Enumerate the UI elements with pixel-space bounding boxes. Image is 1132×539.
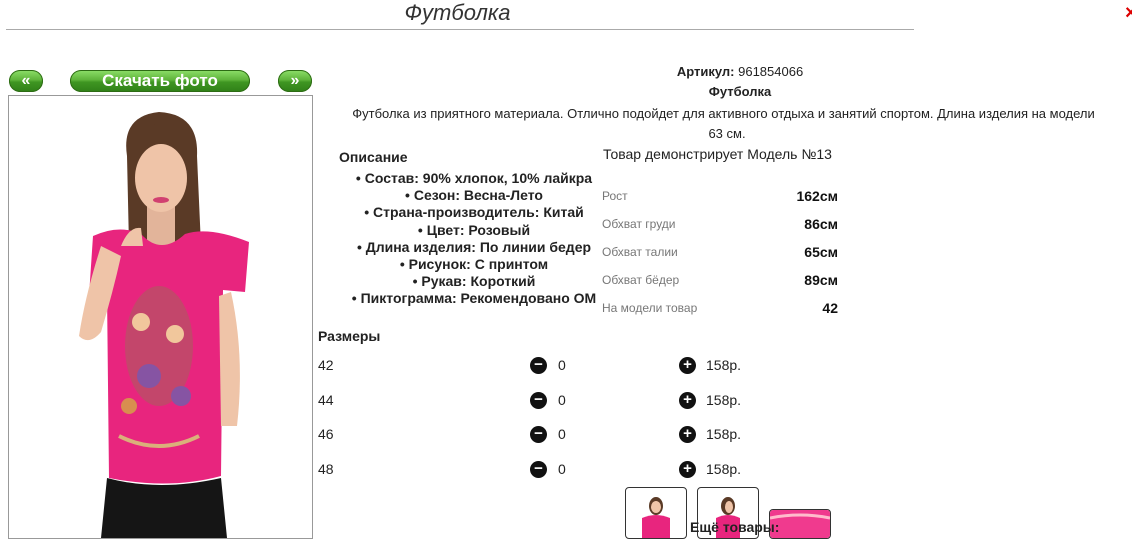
property-item: Цвет: Розовый xyxy=(316,222,632,239)
title-divider xyxy=(6,29,914,30)
property-item: Рукав: Короткий xyxy=(316,273,632,290)
product-name: Футболка xyxy=(708,84,772,99)
article-value: 961854066 xyxy=(738,64,804,79)
model-row-label: Обхват груди xyxy=(602,217,676,231)
model-row: Рост 162см xyxy=(602,188,838,209)
quantity-value: 0 xyxy=(558,392,566,408)
page-title: Футболка xyxy=(404,0,511,25)
quantity-value: 0 xyxy=(558,426,566,442)
property-item: Страна-производитель: Китай xyxy=(316,204,632,221)
size-row: 44 − 0 + 158р. xyxy=(318,392,818,412)
size-row: 42 − 0 + 158р. xyxy=(318,357,818,377)
model-row-value: 65см xyxy=(804,244,838,260)
prev-photo-button[interactable]: « xyxy=(9,70,43,92)
model-row-label: Обхват бёдер xyxy=(602,273,680,287)
price-value: 158р. xyxy=(706,426,742,442)
property-item: Рисунок: С принтом xyxy=(316,256,632,273)
thumbnail-image xyxy=(642,497,670,538)
property-item: Сезон: Весна-Лето xyxy=(316,187,632,204)
model-row-value: 86см xyxy=(804,216,838,232)
plus-icon[interactable]: + xyxy=(679,357,696,374)
model-heading: Товар демонстрирует Модель №13 xyxy=(603,146,832,162)
quantity-value: 0 xyxy=(558,461,566,477)
product-description-line2: 63 см. xyxy=(708,126,746,141)
minus-icon[interactable]: − xyxy=(530,392,547,409)
size-value: 42 xyxy=(318,357,334,373)
plus-icon[interactable]: + xyxy=(679,392,696,409)
article-line: Артикул: 961854066 xyxy=(620,64,860,79)
property-item: Длина изделия: По линии бедер xyxy=(316,239,632,256)
model-row-value: 89см xyxy=(804,272,838,288)
close-icon[interactable]: × xyxy=(1125,2,1132,25)
thumbnail[interactable] xyxy=(625,487,687,539)
size-value: 48 xyxy=(318,461,334,477)
size-value: 46 xyxy=(318,426,334,442)
size-value: 44 xyxy=(318,392,334,408)
size-row: 46 − 0 + 158р. xyxy=(318,426,818,446)
article-label: Артикул: xyxy=(676,64,735,79)
price-value: 158р. xyxy=(706,392,742,408)
model-row-label: На модели товар xyxy=(602,301,698,315)
model-photo-image xyxy=(9,96,312,538)
plus-icon[interactable]: + xyxy=(679,461,696,478)
product-description-line1: Футболка из приятного материала. Отлично… xyxy=(352,106,1095,121)
minus-icon[interactable]: − xyxy=(530,426,547,443)
property-item: Состав: 90% хлопок, 10% лайкра xyxy=(316,170,632,187)
quantity-value: 0 xyxy=(558,357,566,373)
property-item: Пиктограмма: Рекомендовано ОМ xyxy=(316,290,632,307)
minus-icon[interactable]: − xyxy=(530,461,547,478)
model-row: На модели товар 42 xyxy=(602,300,838,321)
model-row: Обхват талии 65см xyxy=(602,244,838,265)
model-row-value: 162см xyxy=(796,188,838,204)
model-row: Обхват груди 86см xyxy=(602,216,838,237)
description-heading: Описание xyxy=(339,149,408,165)
model-row-value: 42 xyxy=(822,300,838,316)
model-row-label: Рост xyxy=(602,189,628,203)
more-products-label: Ещё товары: xyxy=(690,519,780,535)
minus-icon[interactable]: − xyxy=(530,357,547,374)
price-value: 158р. xyxy=(706,357,742,373)
sizes-heading: Размеры xyxy=(318,328,381,344)
next-photo-button[interactable]: » xyxy=(278,70,312,92)
size-row: 48 − 0 + 158р. xyxy=(318,461,818,481)
download-photo-button[interactable]: Скачать фото xyxy=(70,70,250,92)
plus-icon[interactable]: + xyxy=(679,426,696,443)
product-photo[interactable] xyxy=(8,95,313,539)
model-row: Обхват бёдер 89см xyxy=(602,272,838,293)
properties-list: Состав: 90% хлопок, 10% лайкра Сезон: Ве… xyxy=(316,170,632,308)
price-value: 158р. xyxy=(706,461,742,477)
model-row-label: Обхват талии xyxy=(602,245,678,259)
